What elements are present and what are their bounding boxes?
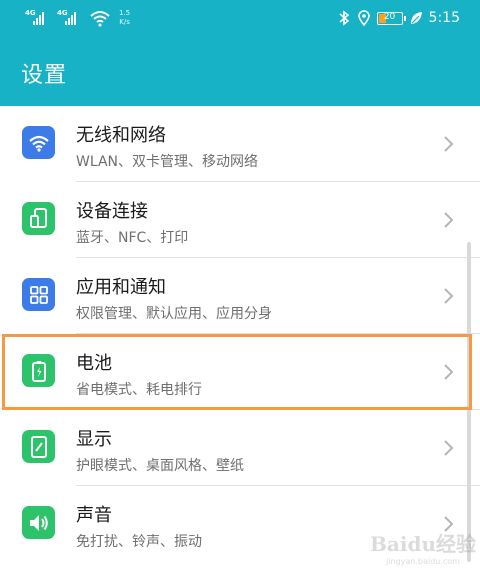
- settings-item-subtitle: 省电模式、耗电排行: [76, 382, 202, 398]
- battery-status-icon: 20: [376, 11, 406, 25]
- clock: 5:15: [428, 10, 460, 26]
- settings-item-subtitle: 免打扰、铃声、振动: [76, 534, 202, 550]
- watermark-text: Baidu经验: [370, 532, 476, 556]
- settings-item-subtitle: WLAN、双卡管理、移动网络: [76, 154, 259, 170]
- chevron-right-icon: [444, 136, 454, 152]
- bluetooth-icon: [339, 10, 349, 26]
- scrollbar[interactable]: [467, 242, 471, 562]
- settings-item-title: 应用和通知: [76, 277, 166, 298]
- settings-item-title: 无线和网络: [76, 125, 166, 146]
- location-icon: [357, 10, 370, 26]
- network-speed-value: 1.5: [119, 9, 131, 17]
- status-bar-left: 4G 4G 1.5 K/s: [25, 9, 130, 27]
- chevron-right-icon: [444, 212, 454, 228]
- watermark-url: jingyan.baidu.com: [386, 557, 460, 566]
- signal-strength-icon: 4G: [57, 9, 81, 27]
- display-icon: [22, 430, 55, 463]
- speaker-icon: [22, 506, 55, 539]
- chevron-right-icon: [444, 364, 454, 380]
- status-bar-right: 20 5:15: [337, 10, 460, 26]
- chevron-right-icon: [444, 288, 454, 304]
- app-bar: 设置: [0, 38, 480, 106]
- page-title: 设置: [21, 63, 68, 88]
- settings-item-title: 电池: [76, 353, 112, 374]
- battery-icon: [22, 354, 55, 387]
- device-connection-icon: [22, 202, 55, 235]
- wifi-icon: [22, 126, 55, 159]
- settings-item-wireless-network[interactable]: 无线和网络 WLAN、双卡管理、移动网络: [0, 106, 480, 182]
- settings-item-subtitle: 蓝牙、NFC、打印: [76, 230, 189, 246]
- settings-item-device-connection[interactable]: 设备连接 蓝牙、NFC、打印: [0, 182, 480, 258]
- watermark: Baidu经验 jingyan.baidu.com: [370, 528, 476, 566]
- battery-level: 20: [383, 11, 396, 22]
- signal-strength-icon: 4G: [25, 9, 49, 27]
- settings-item-battery[interactable]: 电池 省电模式、耗电排行: [0, 334, 480, 410]
- settings-item-title: 显示: [76, 429, 112, 450]
- settings-item-subtitle: 权限管理、默认应用、应用分身: [76, 306, 272, 322]
- settings-item-display[interactable]: 显示 护眼模式、桌面风格、壁纸: [0, 410, 480, 486]
- leaf-icon: [410, 12, 422, 24]
- settings-list: 无线和网络 WLAN、双卡管理、移动网络 设备连接 蓝牙、NFC、打印 应用和通…: [0, 106, 480, 568]
- wifi-status-icon: [90, 11, 110, 27]
- network-speed-unit: K/s: [119, 18, 130, 26]
- settings-item-subtitle: 护眼模式、桌面风格、壁纸: [76, 458, 244, 474]
- network-speed: 1.5 K/s: [119, 9, 130, 27]
- settings-item-apps-notifications[interactable]: 应用和通知 权限管理、默认应用、应用分身: [0, 258, 480, 334]
- status-bar: 4G 4G 1.5 K/s 20 5:15: [0, 0, 480, 38]
- settings-item-title: 声音: [76, 505, 112, 526]
- apps-grid-icon: [22, 278, 55, 311]
- settings-item-title: 设备连接: [76, 201, 148, 222]
- chevron-right-icon: [444, 440, 454, 456]
